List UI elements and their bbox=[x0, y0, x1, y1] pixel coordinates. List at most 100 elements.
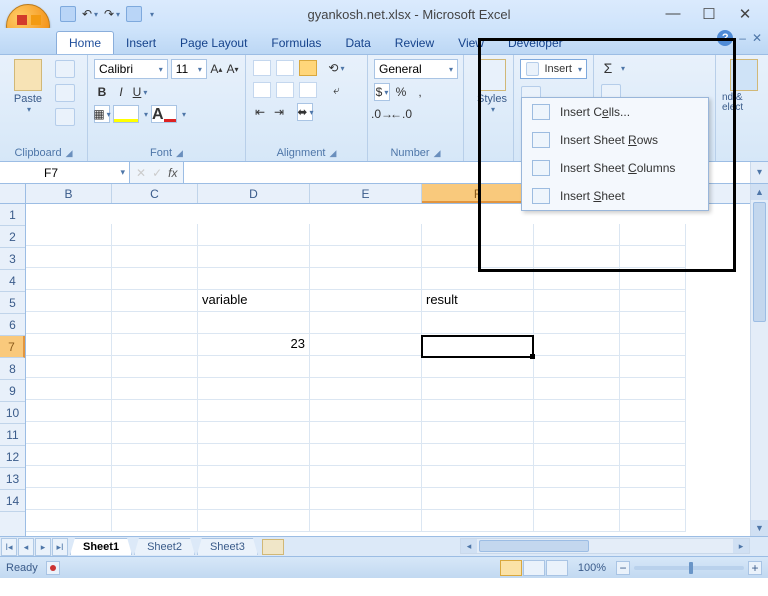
cell-E10[interactable] bbox=[310, 422, 422, 444]
horizontal-scrollbar[interactable]: ◂ ▸ bbox=[460, 538, 750, 554]
cell-D1[interactable] bbox=[198, 224, 310, 246]
align-bottom-icon[interactable] bbox=[299, 60, 317, 76]
cell-D5[interactable] bbox=[198, 312, 310, 334]
cell-G3[interactable] bbox=[534, 268, 620, 290]
increase-font-icon[interactable]: A▴ bbox=[210, 60, 223, 78]
row-header-3[interactable]: 3 bbox=[0, 248, 25, 270]
tab-data[interactable]: Data bbox=[333, 32, 382, 54]
cell-F13[interactable] bbox=[422, 488, 534, 510]
redo-icon[interactable]: ↷▾ bbox=[104, 5, 120, 23]
increase-decimal-icon[interactable]: .0→ bbox=[374, 105, 390, 123]
cell-E8[interactable] bbox=[310, 378, 422, 400]
tab-nav-last-icon[interactable]: ▸I bbox=[52, 538, 68, 556]
tab-home[interactable]: Home bbox=[56, 31, 114, 54]
cell-H8[interactable] bbox=[620, 378, 686, 400]
row-header-6[interactable]: 6 bbox=[0, 314, 25, 336]
cell-H7[interactable] bbox=[620, 356, 686, 378]
cell-E6[interactable] bbox=[310, 334, 422, 356]
column-header-F[interactable]: F bbox=[422, 184, 534, 203]
cell-G4[interactable] bbox=[534, 290, 620, 312]
cell-E3[interactable] bbox=[310, 268, 422, 290]
zoom-out-button[interactable]: − bbox=[616, 561, 630, 575]
cell-G12[interactable] bbox=[534, 466, 620, 488]
select-all-button[interactable] bbox=[0, 184, 26, 204]
cell-D11[interactable] bbox=[198, 444, 310, 466]
column-header-C[interactable]: C bbox=[112, 184, 198, 203]
row-header-2[interactable]: 2 bbox=[0, 226, 25, 248]
cell-E4[interactable] bbox=[310, 290, 422, 312]
cell-H5[interactable] bbox=[620, 312, 686, 334]
cell-H3[interactable] bbox=[620, 268, 686, 290]
cell-F12[interactable] bbox=[422, 466, 534, 488]
cell-C1[interactable] bbox=[112, 224, 198, 246]
expand-formula-bar-icon[interactable]: ▾ bbox=[750, 162, 768, 183]
cell-G6[interactable] bbox=[534, 334, 620, 356]
cell-C10[interactable] bbox=[112, 422, 198, 444]
minimize-ribbon-icon[interactable]: – bbox=[739, 31, 746, 45]
cell-E9[interactable] bbox=[310, 400, 422, 422]
bold-button[interactable]: B bbox=[94, 83, 110, 101]
cell-C4[interactable] bbox=[112, 290, 198, 312]
row-header-9[interactable]: 9 bbox=[0, 380, 25, 402]
column-header-B[interactable]: B bbox=[26, 184, 112, 203]
cell-F4[interactable]: result bbox=[422, 290, 534, 312]
paste-button[interactable]: Paste ▾ bbox=[6, 59, 50, 127]
cell-F14[interactable] bbox=[422, 510, 534, 532]
scroll-down-icon[interactable]: ▼ bbox=[751, 520, 768, 536]
cell-B13[interactable] bbox=[26, 488, 112, 510]
sheet-tab-1[interactable]: Sheet1 bbox=[70, 538, 132, 555]
zoom-in-button[interactable]: + bbox=[748, 561, 762, 575]
scroll-left-icon[interactable]: ◂ bbox=[461, 539, 477, 553]
font-size-select[interactable]: 11▾ bbox=[171, 59, 207, 79]
cell-C6[interactable] bbox=[112, 334, 198, 356]
cell-B4[interactable] bbox=[26, 290, 112, 312]
row-header-1[interactable]: 1 bbox=[0, 204, 25, 226]
sheet-tab-2[interactable]: Sheet2 bbox=[134, 538, 195, 555]
decrease-indent-icon[interactable]: ⇤ bbox=[252, 103, 268, 121]
cell-F3[interactable] bbox=[422, 268, 534, 290]
cell-B7[interactable] bbox=[26, 356, 112, 378]
row-header-7[interactable]: 7 bbox=[0, 336, 25, 358]
row-header-8[interactable]: 8 bbox=[0, 358, 25, 380]
maximize-button[interactable]: ☐ bbox=[700, 5, 718, 23]
cell-H10[interactable] bbox=[620, 422, 686, 444]
cell-E14[interactable] bbox=[310, 510, 422, 532]
cell-D2[interactable] bbox=[198, 246, 310, 268]
help-icon[interactable]: ? bbox=[717, 30, 733, 46]
cell-H9[interactable] bbox=[620, 400, 686, 422]
cell-G10[interactable] bbox=[534, 422, 620, 444]
find-select-button[interactable]: nd & elect bbox=[722, 59, 766, 113]
row-header-13[interactable]: 13 bbox=[0, 468, 25, 490]
cell-G8[interactable] bbox=[534, 378, 620, 400]
cell-D13[interactable] bbox=[198, 488, 310, 510]
cell-H6[interactable] bbox=[620, 334, 686, 356]
save-icon[interactable] bbox=[60, 6, 76, 22]
insert-rows-item[interactable]: Insert Sheet Rows bbox=[522, 126, 708, 154]
name-box[interactable]: F7▾ bbox=[0, 162, 130, 183]
cell-styles-button[interactable]: Styles▾ bbox=[470, 59, 514, 114]
cell-C7[interactable] bbox=[112, 356, 198, 378]
fx-icon[interactable]: fx bbox=[168, 166, 177, 180]
cell-B8[interactable] bbox=[26, 378, 112, 400]
font-name-select[interactable]: Calibri▾ bbox=[94, 59, 168, 79]
insert-columns-item[interactable]: Insert Sheet Columns bbox=[522, 154, 708, 182]
cell-G2[interactable] bbox=[534, 246, 620, 268]
cell-G13[interactable] bbox=[534, 488, 620, 510]
tab-nav-prev-icon[interactable]: ◂ bbox=[18, 538, 34, 556]
cut-icon[interactable] bbox=[55, 60, 75, 78]
cell-C13[interactable] bbox=[112, 488, 198, 510]
tab-page-layout[interactable]: Page Layout bbox=[168, 32, 259, 54]
wrap-text-icon[interactable]: ⤶ bbox=[328, 81, 344, 99]
cell-H14[interactable] bbox=[620, 510, 686, 532]
cell-B5[interactable] bbox=[26, 312, 112, 334]
align-left-icon[interactable] bbox=[253, 82, 271, 98]
cell-D3[interactable] bbox=[198, 268, 310, 290]
cell-H12[interactable] bbox=[620, 466, 686, 488]
sheet-tab-3[interactable]: Sheet3 bbox=[197, 538, 258, 555]
cell-B12[interactable] bbox=[26, 466, 112, 488]
cell-D9[interactable] bbox=[198, 400, 310, 422]
cell-H11[interactable] bbox=[620, 444, 686, 466]
row-header-12[interactable]: 12 bbox=[0, 446, 25, 468]
scroll-up-icon[interactable]: ▲ bbox=[751, 184, 768, 200]
cell-C3[interactable] bbox=[112, 268, 198, 290]
